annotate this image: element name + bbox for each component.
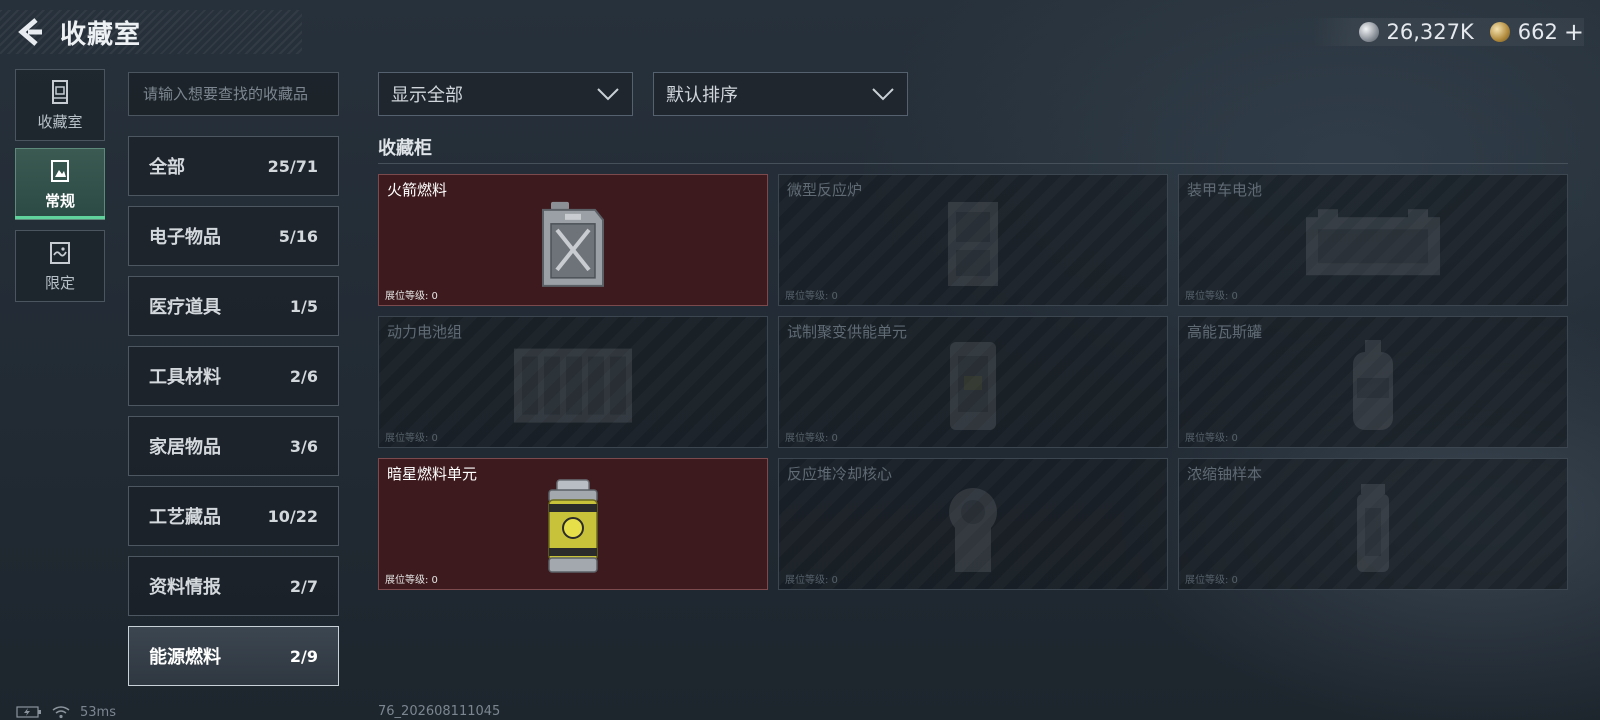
collection-card-fusion-power-unit[interactable]: 试制聚变供能单元 展位等级: 0	[778, 316, 1168, 448]
category-name: 能源燃料	[149, 647, 221, 668]
tab-label: 限定	[44, 273, 75, 292]
category-count: 5/16	[278, 226, 318, 246]
item-name: 微型反应炉	[787, 181, 863, 199]
category-medical[interactable]: 医疗道具 1/5	[128, 276, 339, 336]
tab-label: 收藏室	[37, 112, 83, 131]
category-count: 25/71	[267, 156, 318, 176]
active-tab-indicator	[15, 216, 105, 219]
category-energy-fuel[interactable]: 能源燃料 2/9	[128, 626, 339, 686]
item-name: 动力电池组	[387, 323, 463, 341]
image-frame-icon	[51, 159, 69, 182]
category-count: 1/5	[289, 296, 318, 316]
fuel-cell-icon	[548, 479, 598, 573]
booth-level: 展位等级: 0	[785, 575, 838, 586]
currency-display: 26,327K 662 +	[1312, 18, 1584, 46]
category-count: 10/22	[267, 506, 318, 526]
chevron-down-icon	[597, 88, 619, 101]
gold-amount: 662	[1517, 20, 1558, 44]
item-name: 装甲车电池	[1187, 181, 1263, 199]
fuel-canister-icon	[542, 201, 604, 287]
page-title: 收藏室	[60, 20, 142, 50]
collection-card-reactor-cooling-core[interactable]: 反应堆冷却核心 展位等级: 0	[778, 458, 1168, 590]
section-title: 收藏柜	[378, 138, 432, 159]
category-count: 2/7	[289, 576, 318, 596]
scroll-icon	[50, 241, 70, 264]
fusion-unit-icon	[950, 342, 996, 430]
tab-normal[interactable]: 常规	[15, 148, 105, 220]
tab-collection-room[interactable]: 收藏室	[15, 69, 105, 141]
build-id: 76_202608111045	[378, 704, 501, 719]
category-name: 家居物品	[149, 437, 221, 458]
category-count: 3/6	[289, 436, 318, 456]
booth-level: 展位等级: 0	[385, 575, 438, 586]
collection-card-dark-star-fuel-unit[interactable]: 暗星燃料单元 展位等级: 0	[378, 458, 768, 590]
collection-card-rocket-fuel[interactable]: 火箭燃料 展位等级: 0	[378, 174, 768, 306]
booth-level: 展位等级: 0	[385, 433, 438, 444]
silver-coin-icon	[1358, 22, 1379, 42]
item-name: 反应堆冷却核心	[787, 465, 893, 483]
battery-pack-icon	[514, 348, 632, 423]
item-name: 暗星燃料单元	[387, 465, 478, 483]
category-electronics[interactable]: 电子物品 5/16	[128, 206, 339, 266]
wifi-icon	[52, 706, 70, 719]
sort-dropdown[interactable]: 默认排序	[653, 72, 908, 116]
booth-level: 展位等级: 0	[785, 433, 838, 444]
tab-label: 常规	[44, 191, 75, 210]
category-tools[interactable]: 工具材料 2/6	[128, 346, 339, 406]
item-name: 火箭燃料	[387, 181, 448, 199]
display-case-icon	[52, 79, 68, 104]
category-count: 2/9	[289, 646, 318, 666]
item-name: 试制聚变供能单元	[787, 323, 908, 341]
item-name: 浓缩铀样本	[1187, 465, 1263, 483]
search-input[interactable]	[128, 72, 339, 116]
silver-amount: 26,327K	[1386, 20, 1474, 44]
collection-card-armored-vehicle-battery[interactable]: 装甲车电池 展位等级: 0	[1178, 174, 1568, 306]
collection-card-high-energy-gas-tank[interactable]: 高能瓦斯罐 展位等级: 0	[1178, 316, 1568, 448]
back-button[interactable]	[14, 16, 46, 48]
status-bar: 53ms	[16, 704, 116, 720]
chevron-down-icon	[872, 88, 894, 101]
booth-level: 展位等级: 0	[1185, 575, 1238, 586]
category-household[interactable]: 家居物品 3/6	[128, 416, 339, 476]
booth-level: 展位等级: 0	[385, 291, 438, 302]
battery-status-icon	[16, 706, 41, 718]
category-all[interactable]: 全部 25/71	[128, 136, 339, 196]
divider	[378, 163, 1568, 164]
category-crafts[interactable]: 工艺藏品 10/22	[128, 486, 339, 546]
add-currency-button[interactable]: +	[1564, 20, 1584, 44]
ping-value: 53ms	[80, 704, 116, 720]
category-intel[interactable]: 资料情报 2/7	[128, 556, 339, 616]
display-filter-dropdown[interactable]: 显示全部	[378, 72, 633, 116]
gas-tank-icon	[1353, 340, 1393, 430]
category-name: 工艺藏品	[149, 507, 221, 528]
booth-level: 展位等级: 0	[785, 291, 838, 302]
category-name: 电子物品	[149, 227, 221, 248]
collection-card-enriched-uranium-sample[interactable]: 浓缩铀样本 展位等级: 0	[1178, 458, 1568, 590]
tab-limited[interactable]: 限定	[15, 230, 105, 302]
booth-level: 展位等级: 0	[1185, 433, 1238, 444]
dropdown-value: 默认排序	[666, 85, 738, 106]
back-arrow-icon	[18, 18, 42, 46]
category-name: 工具材料	[149, 367, 221, 388]
dropdown-value: 显示全部	[391, 85, 463, 106]
cooling-core-icon	[949, 488, 997, 572]
uranium-sample-icon	[1357, 484, 1389, 572]
collection-card-micro-reactor[interactable]: 微型反应炉 展位等级: 0	[778, 174, 1168, 306]
category-count: 2/6	[289, 366, 318, 386]
category-name: 全部	[149, 157, 185, 178]
item-name: 高能瓦斯罐	[1187, 323, 1263, 341]
gold-coin-icon	[1489, 22, 1510, 42]
collection-card-power-battery-pack[interactable]: 动力电池组 展位等级: 0	[378, 316, 768, 448]
battery-icon	[1306, 209, 1440, 276]
category-name: 资料情报	[149, 577, 221, 598]
booth-level: 展位等级: 0	[1185, 291, 1238, 302]
category-name: 医疗道具	[149, 297, 221, 318]
reactor-icon	[948, 202, 998, 286]
